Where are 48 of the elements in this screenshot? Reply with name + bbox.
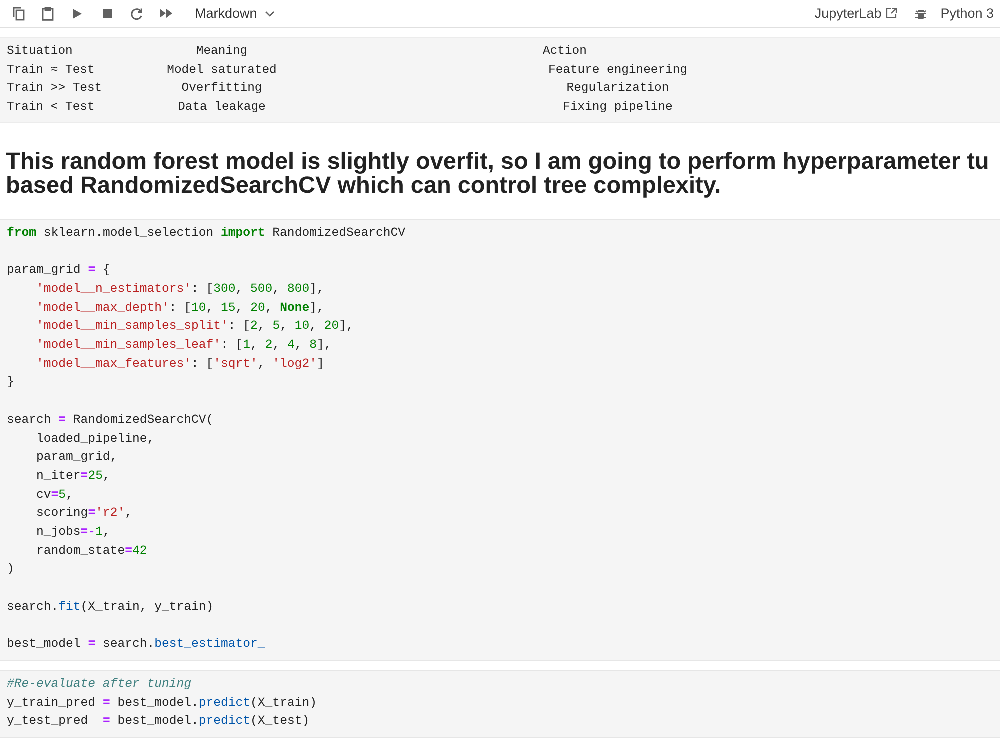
code-line: n_jobs=-1, <box>36 524 110 542</box>
code-line: scoring='r2', <box>36 505 132 522</box>
clipboard-icon <box>42 6 54 20</box>
code-line: search = RandomizedSearchCV( <box>7 412 214 429</box>
code-line: n_iter=25, <box>36 468 110 485</box>
code-line: 'model__max_depth': [10, 15, 20, None], <box>36 300 324 317</box>
code-line: param_grid = { <box>7 262 110 280</box>
code-line: y_train_pred = best_model.predict(X_train) <box>7 694 317 712</box>
code-line: random_state=42 <box>36 542 148 560</box>
stop-icon <box>102 9 112 18</box>
cell-type-dropdown[interactable]: Markdown <box>195 6 276 21</box>
column-header: Situation <box>7 43 74 60</box>
code-line: param_grid, <box>36 449 118 466</box>
table-cell-text: Fixing pipeline <box>562 99 674 116</box>
code-line: y_test_pred = best_model.predict(X_test) <box>7 713 310 730</box>
external-link-icon <box>886 8 897 19</box>
code-line: search.fit(X_train, y_train) <box>7 598 214 616</box>
table-cell-text: Data leakage <box>177 99 267 116</box>
code-line: 'model__max_features': ['sqrt', 'log2'] <box>36 356 324 373</box>
copy-icon <box>12 6 25 20</box>
code-line: } <box>7 374 14 392</box>
heading-line: based RandomizedSearchCV which can control tree complexity. <box>6 172 722 197</box>
code-line: from sklearn.model_selection import RandomizedSearchCV <box>7 224 406 242</box>
table-cell-text: Train >> Test <box>7 80 104 98</box>
heading-line: This random forest model is slightly overfit, so I am going to perform hyperparameter tu <box>6 148 990 173</box>
caret-icon <box>265 10 276 16</box>
table-cell-text: Regularization <box>566 80 670 98</box>
code-line: loaded_pipeline, <box>36 430 155 448</box>
table-cell-text: Model saturated <box>166 62 278 79</box>
restart-icon <box>130 8 143 20</box>
jupyterlab-link[interactable]: JupyterLab <box>814 6 897 21</box>
table-cell-text: Feature engineering <box>548 62 688 79</box>
code-line: ) <box>7 561 14 578</box>
code-line: cv=5, <box>36 486 74 504</box>
run-icon <box>73 8 82 18</box>
column-header: Action <box>543 43 588 60</box>
column-header: Meaning <box>195 43 249 60</box>
table-cell-text: Train < Test <box>7 99 96 116</box>
table-cell-text: Train ≈ Test <box>7 62 96 79</box>
code-line: 'model__min_samples_split': [2, 5, 10, 20], <box>36 318 354 336</box>
table-cell-text: Overfitting <box>180 80 264 98</box>
code-comment: #Re-evaluate after tuning <box>7 676 192 693</box>
kernel-name[interactable]: Python 3 <box>940 6 994 21</box>
code-line: 'model__min_samples_leaf': [1, 2, 4, 8], <box>36 337 332 354</box>
code-line: best_model = search.best_estimator_ <box>7 636 266 654</box>
fast-forward-icon <box>160 9 173 18</box>
bug-icon[interactable] <box>914 8 927 20</box>
code-line: 'model__n_estimators': [300, 500, 800], <box>36 280 324 298</box>
